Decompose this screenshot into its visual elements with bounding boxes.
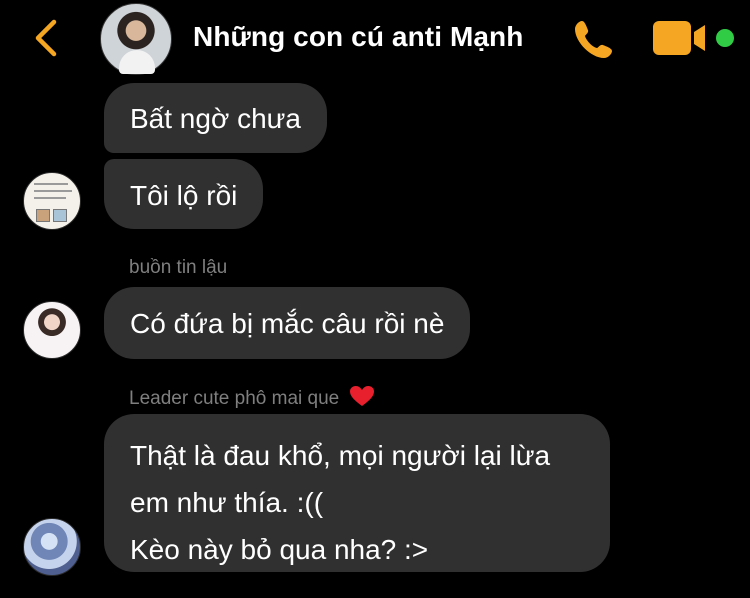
sender-avatar[interactable] — [23, 518, 81, 576]
video-camera-icon[interactable] — [652, 20, 708, 56]
message-line: Thật là đau khổ, mọi người lại lừa — [130, 440, 551, 471]
online-status-dot — [716, 29, 734, 47]
avatar-panel — [53, 209, 67, 222]
message-bubble[interactable]: Có đứa bị mắc câu rồi nè — [104, 287, 471, 359]
heart-icon — [349, 386, 374, 406]
avatar-text-line — [34, 183, 68, 185]
back-chevron-icon[interactable] — [30, 18, 64, 58]
message-bubble[interactable]: Thật là đau khổ, mọi người lại lừa em nh… — [104, 414, 610, 572]
message-bubble[interactable]: Bất ngờ chưa — [104, 83, 327, 153]
sender-name: buồn tin lậu — [129, 257, 228, 278]
message-line: em như thía. :(( — [130, 487, 324, 518]
message-line: Kèo này bỏ qua nha? :> — [130, 534, 429, 565]
phone-icon[interactable] — [572, 17, 616, 61]
avatar-panel — [36, 209, 50, 222]
avatar-text-line — [34, 197, 66, 199]
group-avatar[interactable] — [100, 3, 172, 75]
sender-name-row: Leader cute phô mai que — [129, 385, 375, 410]
sender-name: Leader cute phô mai que — [129, 388, 340, 409]
group-title[interactable]: Những con cú anti Mạnh — [193, 21, 523, 53]
chat-header: Những con cú anti Mạnh — [0, 0, 750, 80]
message-bubble[interactable]: Tôi lộ rồi — [104, 159, 264, 229]
sender-avatar[interactable] — [23, 301, 81, 359]
avatar-text-line — [34, 190, 72, 192]
sender-avatar[interactable] — [23, 172, 81, 230]
